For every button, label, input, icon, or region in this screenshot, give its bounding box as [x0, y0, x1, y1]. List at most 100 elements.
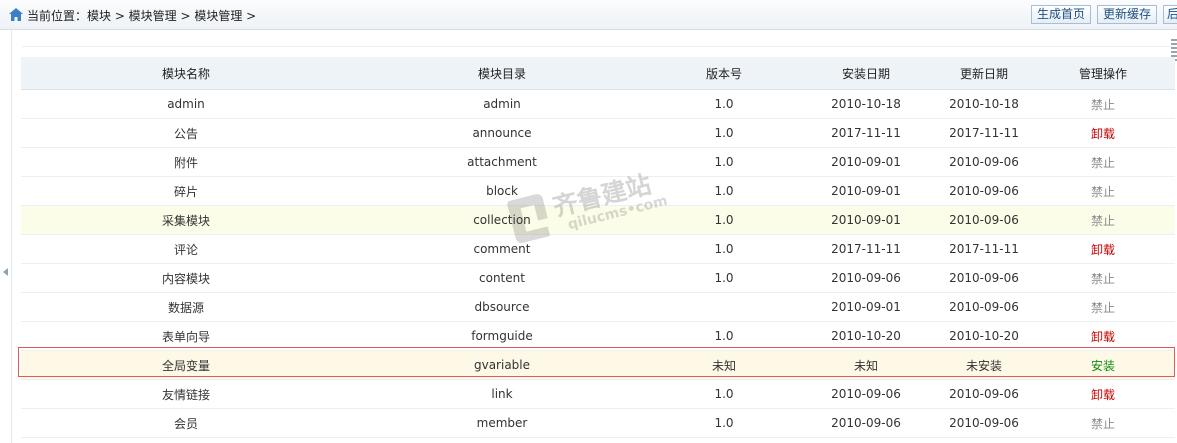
install-date-cell: 2010-10-20 — [795, 321, 937, 351]
disabled-action-link: 禁止 — [1031, 147, 1175, 177]
version-cell: 1.0 — [653, 205, 795, 235]
update-date-cell: 2010-09-06 — [937, 205, 1031, 235]
module-dir-cell: content — [351, 263, 653, 293]
module-dir-cell: comment — [351, 234, 653, 264]
header-version: 版本号 — [653, 57, 795, 90]
disabled-action-link: 禁止 — [1031, 263, 1175, 293]
collapse-sidebar-arrow-icon[interactable] — [3, 268, 8, 276]
disabled-action-link: 禁止 — [1031, 292, 1175, 322]
uninstall-action-link[interactable]: 卸载 — [1031, 234, 1175, 264]
table-row[interactable]: 碎片 block 1.0 2010-09-01 2010-09-06 禁止 — [21, 176, 1175, 206]
module-name-cell: 评论 — [21, 234, 351, 264]
table-row[interactable]: 会员 member 1.0 2010-09-06 2010-09-06 禁止 — [21, 408, 1175, 438]
version-cell: 1.0 — [653, 147, 795, 177]
module-name-cell: 表单向导 — [21, 321, 351, 351]
disabled-action-link: 禁止 — [1031, 205, 1175, 235]
module-name-cell: 全局变量 — [21, 350, 351, 380]
breadcrumb: 当前位置：模块 > 模块管理 > 模块管理 > — [27, 9, 257, 23]
table-row[interactable]: 评论 comment 1.0 2017-11-11 2017-11-11 卸载 — [21, 234, 1175, 264]
install-date-cell: 2017-11-11 — [795, 234, 937, 264]
update-date-cell: 2010-09-06 — [937, 176, 1031, 206]
table-row[interactable]: 内容模块 content 1.0 2010-09-06 2010-09-06 禁止 — [21, 263, 1175, 293]
table-row[interactable]: admin admin 1.0 2010-10-18 2010-10-18 禁止 — [21, 89, 1175, 119]
install-date-cell: 2010-09-01 — [795, 205, 937, 235]
install-date-cell: 2010-09-06 — [795, 408, 937, 438]
update-date-cell: 2010-09-06 — [937, 263, 1031, 293]
module-name-cell: 附件 — [21, 147, 351, 177]
module-table: 模块名称 模块目录 版本号 安装日期 更新日期 管理操作 admin admin 1… — [21, 57, 1175, 438]
table-body: admin admin 1.0 2010-10-18 2010-10-18 禁止 公告 ann… — [21, 89, 1175, 438]
header-module-dir: 模块目录 — [351, 57, 653, 90]
uninstall-action-link[interactable]: 卸载 — [1031, 321, 1175, 351]
update-date-cell: 2010-09-06 — [937, 379, 1031, 409]
module-name-cell: 会员 — [21, 408, 351, 438]
uninstall-action-link[interactable]: 卸载 — [1031, 118, 1175, 148]
module-dir-cell: gvariable — [351, 350, 653, 380]
install-date-cell: 2010-09-01 — [795, 292, 937, 322]
home-icon[interactable] — [9, 8, 23, 21]
update-date-cell: 2010-10-18 — [937, 89, 1031, 119]
module-name-cell: 采集模块 — [21, 205, 351, 235]
version-cell: 1.0 — [653, 263, 795, 293]
version-cell: 未知 — [653, 350, 795, 380]
update-date-cell: 2010-09-06 — [937, 147, 1031, 177]
generate-homepage-button[interactable]: 生成首页 — [1031, 5, 1092, 24]
table-row[interactable]: 数据源 dbsource 2010-09-01 2010-09-06 禁止 — [21, 292, 1175, 322]
update-date-cell: 2017-11-11 — [937, 118, 1031, 148]
update-cache-button[interactable]: 更新缓存 — [1097, 5, 1158, 24]
install-date-cell: 2010-09-06 — [795, 379, 937, 409]
disabled-action-link: 禁止 — [1031, 89, 1175, 119]
table-header-row: 模块名称 模块目录 版本号 安装日期 更新日期 管理操作 — [21, 57, 1175, 90]
version-cell: 1.0 — [653, 176, 795, 206]
module-name-cell: 碎片 — [21, 176, 351, 206]
module-dir-cell: formguide — [351, 321, 653, 351]
update-date-cell: 2010-10-20 — [937, 321, 1031, 351]
table-row[interactable]: 公告 announce 1.0 2017-11-11 2017-11-11 卸载 — [21, 118, 1175, 148]
header-module-name: 模块名称 — [21, 57, 351, 90]
update-date-cell: 2010-09-06 — [937, 408, 1031, 438]
module-dir-cell: collection — [351, 205, 653, 235]
top-bar: 当前位置：模块 > 模块管理 > 模块管理 > 生成首页 更新缓存 后 — [0, 0, 1177, 30]
table-row[interactable]: 全局变量 gvariable 未知 未知 未安装 安装 — [21, 350, 1175, 380]
uninstall-action-link[interactable]: 卸载 — [1031, 379, 1175, 409]
version-cell: 1.0 — [653, 234, 795, 264]
update-date-cell: 2017-11-11 — [937, 234, 1031, 264]
version-cell: 1.0 — [653, 408, 795, 438]
install-date-cell: 2010-09-01 — [795, 147, 937, 177]
table-row[interactable]: 表单向导 formguide 1.0 2010-10-20 2010-10-20 卸载 — [21, 321, 1175, 351]
module-name-cell: 公告 — [21, 118, 351, 148]
install-date-cell: 2010-09-06 — [795, 263, 937, 293]
header-actions: 管理操作 — [1031, 57, 1175, 90]
table-row[interactable]: 附件 attachment 1.0 2010-09-01 2010-09-06 禁止 — [21, 147, 1175, 177]
header-install-date: 安装日期 — [795, 57, 937, 90]
module-dir-cell: admin — [351, 89, 653, 119]
update-date-cell: 2010-09-06 — [937, 292, 1031, 322]
install-date-cell: 2010-09-01 — [795, 176, 937, 206]
truncated-toolbar-button[interactable]: 后 — [1163, 5, 1177, 24]
module-name-cell: 友情链接 — [21, 379, 351, 409]
module-name-cell: 数据源 — [21, 292, 351, 322]
install-date-cell: 2017-11-11 — [795, 118, 937, 148]
install-date-cell: 未知 — [795, 350, 937, 380]
version-cell — [653, 292, 795, 322]
table-row[interactable]: 友情链接 link 1.0 2010-09-06 2010-09-06 卸载 — [21, 379, 1175, 409]
update-date-cell: 未安装 — [937, 350, 1031, 380]
disabled-action-link: 禁止 — [1031, 408, 1175, 438]
install-action-link[interactable]: 安装 — [1031, 350, 1175, 380]
install-date-cell: 2010-10-18 — [795, 89, 937, 119]
version-cell: 1.0 — [653, 89, 795, 119]
table-row[interactable]: 采集模块 collection 1.0 2010-09-01 2010-09-06 禁止 — [21, 205, 1175, 235]
header-update-date: 更新日期 — [937, 57, 1031, 90]
version-cell: 1.0 — [653, 321, 795, 351]
divider — [22, 46, 1172, 47]
module-dir-cell: link — [351, 379, 653, 409]
disabled-action-link: 禁止 — [1031, 176, 1175, 206]
module-name-cell: 内容模块 — [21, 263, 351, 293]
module-name-cell: admin — [21, 89, 351, 119]
version-cell: 1.0 — [653, 379, 795, 409]
module-dir-cell: member — [351, 408, 653, 438]
module-dir-cell: announce — [351, 118, 653, 148]
version-cell: 1.0 — [653, 118, 795, 148]
module-dir-cell: dbsource — [351, 292, 653, 322]
module-dir-cell: block — [351, 176, 653, 206]
